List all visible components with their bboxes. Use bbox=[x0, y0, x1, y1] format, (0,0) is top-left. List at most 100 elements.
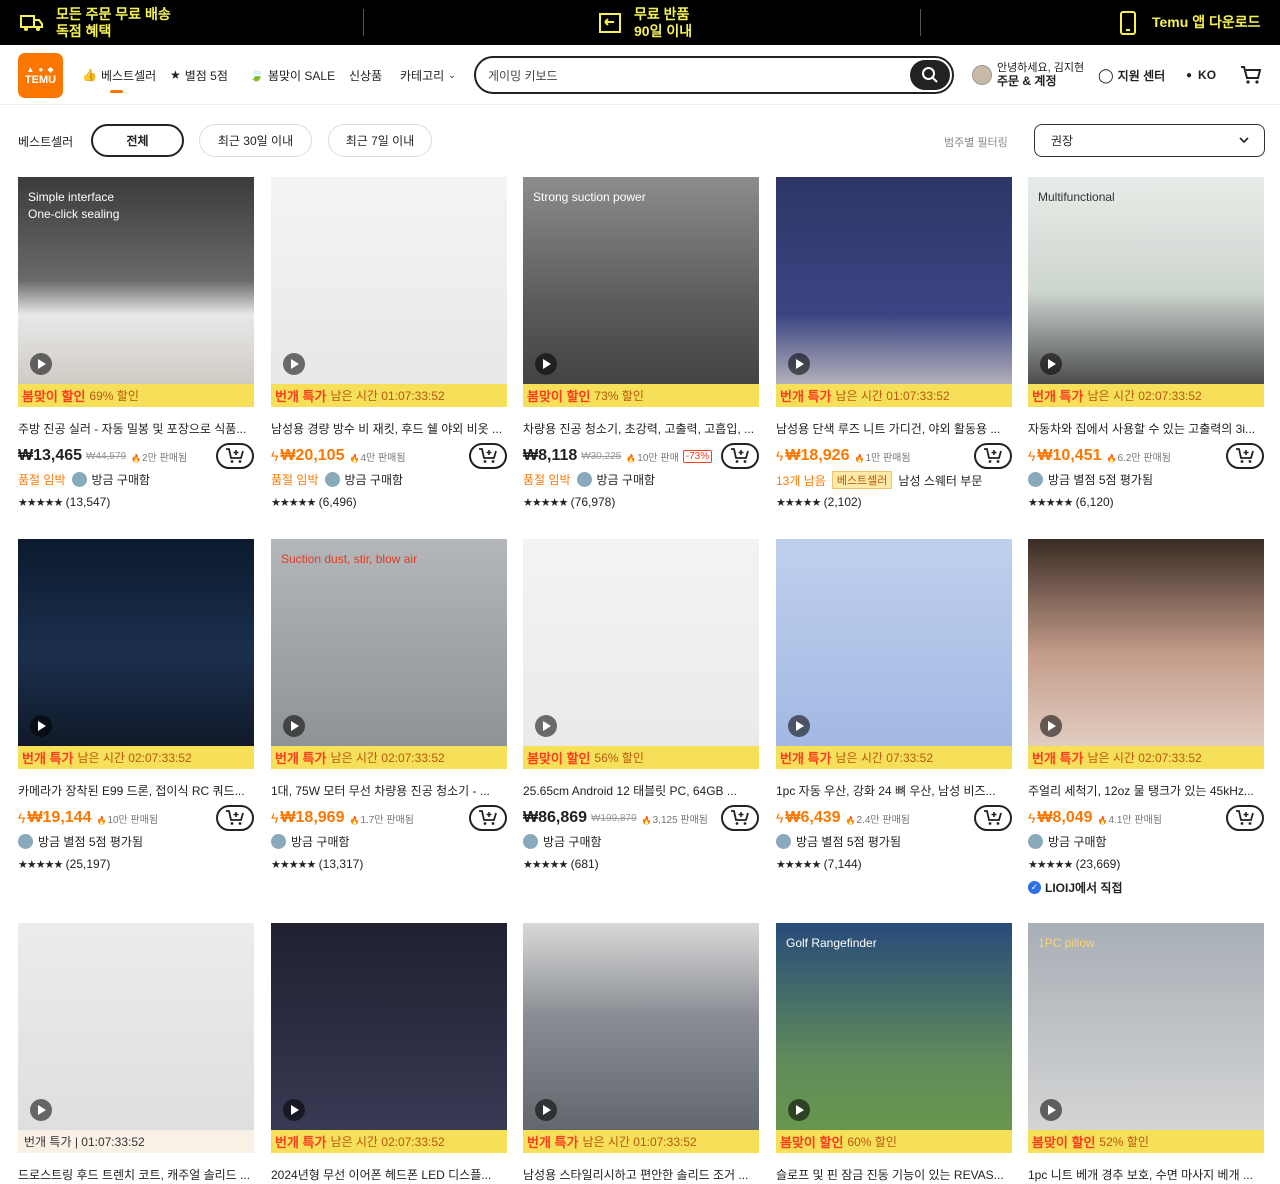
product-image[interactable]: Simple interface One-click sealing 봄맞이 할인… bbox=[18, 177, 254, 407]
product-title[interactable]: 1pc 자동 우산, 강화 24 뼈 우산, 남성 비즈... bbox=[776, 782, 1012, 799]
chip-30-days[interactable]: 최근 30일 이내 bbox=[199, 124, 312, 157]
play-video-icon[interactable] bbox=[535, 1099, 557, 1121]
product-card[interactable]: 번개 특가 남은 시간 02:07:33:52 2024년형 무선 이어폰 헤드폰 … bbox=[271, 923, 507, 1184]
product-title[interactable]: 카메라가 장착된 E99 드론, 접이식 RC 쿼드... bbox=[18, 782, 254, 799]
play-video-icon[interactable] bbox=[283, 1099, 305, 1121]
product-card[interactable]: 번개 특가 남은 시간 02:07:33:52 카메라가 장착된 E99 드론, 접… bbox=[18, 539, 254, 901]
account-menu[interactable]: 안녕하세요, 김지현 주문 & 계정 bbox=[972, 62, 1084, 88]
product-title[interactable]: 남성용 경량 방수 비 재킷, 후드 쉘 야외 비옷 ... bbox=[271, 420, 507, 437]
add-to-cart-button[interactable] bbox=[469, 443, 507, 469]
product-title[interactable]: 주방 진공 실러 - 자동 밀봉 및 포장으로 식품... bbox=[18, 420, 254, 437]
search-button[interactable] bbox=[910, 60, 950, 90]
product-image[interactable]: 1PC pillow 봄맞이 할인 52% 할인 bbox=[1028, 923, 1264, 1153]
product-card[interactable]: Multifunctional 번개 특가 남은 시간 02:07:33:52 자동차… bbox=[1028, 177, 1264, 539]
product-image[interactable]: Strong suction power 봄맞이 할인 73% 할인 bbox=[523, 177, 759, 407]
orders-account-text: 주문 & 계정 bbox=[997, 74, 1057, 88]
free-shipping-banner[interactable]: 모든 주문 무료 배송 독점 혜택 bbox=[20, 0, 171, 45]
product-card[interactable]: 번개 특가 남은 시간 01:07:33:52 남성용 단색 루즈 니트 가디건, … bbox=[776, 177, 1012, 539]
direct-seller[interactable]: ✓ LIOIJ에서 직접 bbox=[1028, 879, 1123, 896]
product-card[interactable]: Strong suction power 봄맞이 할인 73% 할인차량용 진공 청… bbox=[523, 177, 759, 539]
add-to-cart-button[interactable] bbox=[974, 805, 1012, 831]
product-title[interactable]: 드로스트링 후드 트렌치 코트, 캐주얼 솔리드 ... bbox=[18, 1166, 254, 1183]
play-video-icon[interactable] bbox=[283, 715, 305, 737]
nav-bestseller[interactable]: 👍 베스트셀러 bbox=[82, 45, 156, 105]
nav-new[interactable]: 신상품 bbox=[349, 45, 382, 105]
category-filter-label[interactable]: 범주별 필터링 bbox=[944, 134, 1008, 150]
rating-row: ★★★★★ (13,317) bbox=[271, 857, 363, 871]
play-video-icon[interactable] bbox=[788, 353, 810, 375]
play-video-icon[interactable] bbox=[1040, 353, 1062, 375]
product-image[interactable]: 번개 특가 남은 시간 02:07:33:52 bbox=[271, 923, 507, 1153]
play-video-icon[interactable] bbox=[30, 353, 52, 375]
nav-five-star[interactable]: ★ 별점 5점 bbox=[170, 45, 228, 105]
play-video-icon[interactable] bbox=[535, 353, 557, 375]
product-image[interactable]: 번개 특가 | 01:07:33:52 bbox=[18, 923, 254, 1153]
promo-text: 69% 할인 bbox=[89, 389, 139, 403]
product-image[interactable]: 봄맞이 할인 56% 할인 bbox=[523, 539, 759, 769]
add-to-cart-button[interactable] bbox=[216, 805, 254, 831]
nav-spring-sale[interactable]: 🍃 봄맞이 SALE bbox=[249, 45, 335, 105]
app-download-banner[interactable]: Temu 앱 다운로드 bbox=[1116, 0, 1260, 45]
product-image[interactable]: Golf Rangefinder 봄맞이 할인 60% 할인 bbox=[776, 923, 1012, 1153]
activity-text: 방금 구매함 bbox=[1048, 835, 1107, 849]
play-video-icon[interactable] bbox=[1040, 715, 1062, 737]
play-video-icon[interactable] bbox=[788, 1099, 810, 1121]
add-to-cart-button[interactable] bbox=[721, 443, 759, 469]
product-image[interactable]: 번개 특가 남은 시간 07:33:52 bbox=[776, 539, 1012, 769]
product-title[interactable]: 남성용 스타일리시하고 편안한 솔리드 조거 ... bbox=[523, 1166, 759, 1183]
product-title[interactable]: 남성용 단색 루즈 니트 가디건, 야외 활동용 ... bbox=[776, 420, 1012, 437]
play-video-icon[interactable] bbox=[1040, 1099, 1062, 1121]
product-image[interactable]: 번개 특가 남은 시간 01:07:33:52 bbox=[271, 177, 507, 407]
product-title[interactable]: 자동차와 집에서 사용할 수 있는 고출력의 3i... bbox=[1028, 420, 1264, 437]
review-count: (6,496) bbox=[318, 495, 357, 509]
free-return-banner[interactable]: 무료 반품 90일 이내 bbox=[598, 0, 692, 45]
add-to-cart-button[interactable] bbox=[974, 443, 1012, 469]
chip-7-days[interactable]: 최근 7일 이내 bbox=[328, 124, 432, 157]
product-image-caption: Suction dust, stir, blow air bbox=[281, 552, 418, 566]
support-center[interactable]: ◯ 지원 센터 bbox=[1098, 45, 1165, 105]
sort-select[interactable]: 권장 bbox=[1034, 124, 1265, 157]
play-video-icon[interactable] bbox=[283, 353, 305, 375]
product-card[interactable]: 번개 특가 남은 시간 01:07:33:52 남성용 경량 방수 비 재킷, 후드… bbox=[271, 177, 507, 539]
play-video-icon[interactable] bbox=[535, 715, 557, 737]
nav-category[interactable]: 카테고리 ⌄ bbox=[400, 45, 456, 105]
product-title[interactable]: 슬로프 및 핀 잠금 진동 기능이 있는 REVAS... bbox=[776, 1166, 1012, 1183]
temu-logo[interactable]: ▲ ● ◆ TEMU bbox=[18, 53, 63, 98]
cart-button[interactable] bbox=[1240, 45, 1262, 105]
product-image[interactable]: Suction dust, stir, blow air 번개 특가 남은 시간 0… bbox=[271, 539, 507, 769]
product-card[interactable]: Suction dust, stir, blow air 번개 특가 남은 시간 0… bbox=[271, 539, 507, 901]
product-card[interactable]: 번개 특가 남은 시간 01:07:33:52 남성용 스타일리시하고 편안한 솔리… bbox=[523, 923, 759, 1184]
promo-strip: 봄맞이 할인 56% 할인 bbox=[523, 746, 759, 769]
product-card[interactable]: 번개 특가 | 01:07:33:52 드로스트링 후드 트렌치 코트, 캐주얼 … bbox=[18, 923, 254, 1184]
product-title[interactable]: 1pc 니트 베개 경추 보호, 수면 마사지 베개 ... bbox=[1028, 1166, 1264, 1183]
product-title[interactable]: 차량용 진공 청소기, 초강력, 고출력, 고흡입, ... bbox=[523, 420, 759, 437]
play-video-icon[interactable] bbox=[788, 715, 810, 737]
product-card[interactable]: Golf Rangefinder 봄맞이 할인 60% 할인슬로프 및 핀 잠금 진… bbox=[776, 923, 1012, 1184]
product-title[interactable]: 주얼리 세척기, 12oz 물 탱크가 있는 45kHz... bbox=[1028, 782, 1264, 799]
add-to-cart-button[interactable] bbox=[216, 443, 254, 469]
add-to-cart-button[interactable] bbox=[721, 805, 759, 831]
product-card[interactable]: 1PC pillow 봄맞이 할인 52% 할인 1pc 니트 베개 경추 보호, 수… bbox=[1028, 923, 1264, 1184]
product-image[interactable]: 번개 특가 남은 시간 02:07:33:52 bbox=[18, 539, 254, 769]
product-title[interactable]: 25.65cm Android 12 태블릿 PC, 64GB ... bbox=[523, 782, 759, 799]
promo-badge: 번개 특가 bbox=[527, 1135, 579, 1150]
product-image[interactable]: 번개 특가 남은 시간 01:07:33:52 bbox=[523, 923, 759, 1153]
language-selector[interactable]: ● KO bbox=[1186, 45, 1216, 105]
play-video-icon[interactable] bbox=[30, 715, 52, 737]
play-video-icon[interactable] bbox=[30, 1099, 52, 1121]
add-to-cart-button[interactable] bbox=[1226, 805, 1264, 831]
product-title[interactable]: 2024년형 무선 이어폰 헤드폰 LED 디스플... bbox=[271, 1166, 507, 1183]
add-to-cart-button[interactable] bbox=[469, 805, 507, 831]
product-image[interactable]: 번개 특가 남은 시간 02:07:33:52 bbox=[1028, 539, 1264, 769]
product-card[interactable]: 번개 특가 남은 시간 07:33:52 1pc 자동 우산, 강화 24 뼈 우산… bbox=[776, 539, 1012, 901]
product-image[interactable]: 번개 특가 남은 시간 01:07:33:52 bbox=[776, 177, 1012, 407]
product-card[interactable]: 봄맞이 할인 56% 할인 25.65cm Android 12 태블릿 PC, 6… bbox=[523, 539, 759, 901]
product-card[interactable]: 번개 특가 남은 시간 02:07:33:52 주얼리 세척기, 12oz 물 탱크… bbox=[1028, 539, 1264, 901]
chip-all[interactable]: 전체 bbox=[91, 124, 184, 157]
product-card[interactable]: Simple interface One-click sealing 봄맞이 할인… bbox=[18, 177, 254, 539]
product-image[interactable]: Multifunctional 번개 특가 남은 시간 02:07:33:52 bbox=[1028, 177, 1264, 407]
product-title[interactable]: 1대, 75W 모터 무선 차량용 진공 청소기 - ... bbox=[271, 782, 507, 799]
add-to-cart-button[interactable] bbox=[1226, 443, 1264, 469]
product-price: ₩8,118 bbox=[523, 447, 578, 464]
search-input[interactable] bbox=[488, 65, 888, 85]
